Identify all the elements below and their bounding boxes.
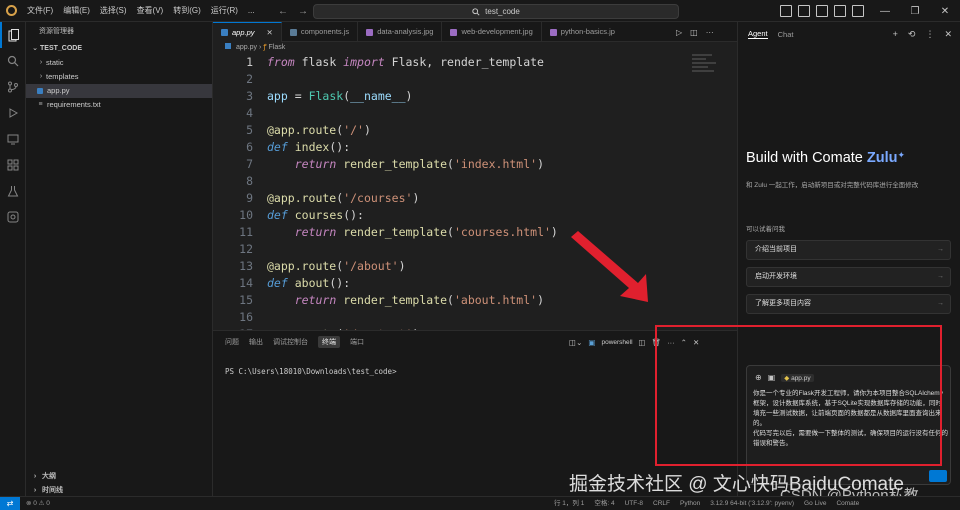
indentation[interactable]: 空格: 4	[594, 497, 614, 510]
status-bar: ⇄ ⊗ 0 ⚠ 0 行 1，列 1 空格: 4 UTF-8 CRLF Pytho…	[0, 496, 960, 510]
cursor-position[interactable]: 行 1，列 1	[554, 497, 584, 510]
line-ending[interactable]: CRLF	[653, 497, 670, 510]
python-interpreter[interactable]: 3.12.9 64-bit ('3.12.9': pyenv)	[710, 497, 794, 510]
annotation-box	[655, 325, 942, 466]
problems-count[interactable]: ⊗ 0 ⚠ 0	[26, 497, 50, 510]
go-live[interactable]: Go Live	[804, 497, 826, 510]
encoding[interactable]: UTF-8	[625, 497, 643, 510]
remote-icon[interactable]: ⇄	[0, 497, 20, 510]
status-right: 行 1，列 1 空格: 4 UTF-8 CRLF Python 3.12.9 6…	[554, 497, 859, 510]
language-mode[interactable]: Python	[680, 497, 700, 510]
comate-status[interactable]: Comate	[836, 497, 859, 510]
